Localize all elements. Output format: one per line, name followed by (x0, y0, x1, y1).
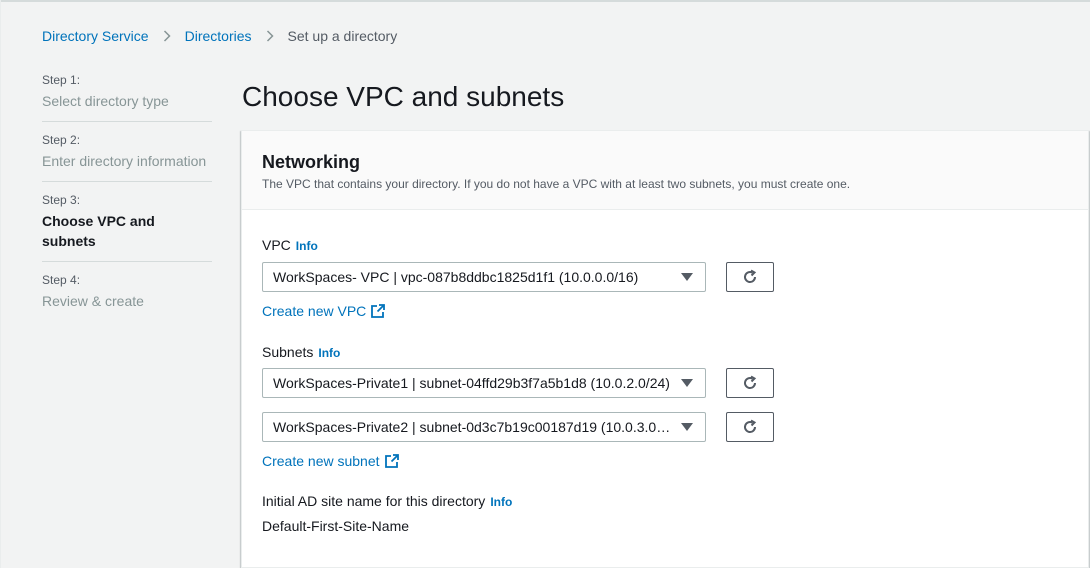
page-title: Choose VPC and subnets (242, 81, 565, 112)
breadcrumb-directories[interactable]: Directories (185, 28, 252, 44)
networking-container: Networking The VPC that contains your di… (241, 130, 1089, 568)
chevron-right-icon (163, 30, 171, 42)
step-title: Enter directory information (42, 153, 207, 169)
step-number: Step 1: (42, 73, 81, 87)
container-title: Networking (262, 152, 361, 172)
step-title: Choose VPC and subnets (42, 213, 155, 249)
container-header: Networking The VPC that contains your di… (242, 131, 1088, 210)
external-link-icon (384, 454, 399, 468)
subnets-info-link[interactable]: Info (318, 346, 340, 360)
vpc-select-value: WorkSpaces- VPC | vpc-087b8ddbc1825d1f1 … (273, 269, 639, 285)
refresh-icon (744, 269, 757, 283)
wizard-step-1[interactable]: Step 1: Select directory type (42, 72, 212, 122)
step-number: Step 4: (42, 273, 81, 287)
create-new-subnet-link[interactable]: Create new subnet (262, 451, 399, 471)
wizard-step-4: Step 4: Review & create (42, 272, 212, 321)
caret-down-icon (681, 423, 693, 431)
subnet-2-select[interactable]: WorkSpaces-Private2 | subnet-0d3c7b19c00… (262, 412, 706, 442)
vpc-label: VPC Info (262, 235, 318, 256)
refresh-icon (744, 375, 757, 389)
subnet-2-refresh-button[interactable] (726, 412, 774, 442)
external-link-icon (371, 304, 386, 318)
create-new-subnet-text: Create new subnet (262, 453, 380, 469)
ad-site-value: Default-First-Site-Name (262, 518, 410, 534)
step-number: Step 3: (42, 193, 81, 207)
step-title: Select directory type (42, 93, 169, 109)
wizard-step-2[interactable]: Step 2: Enter directory information (42, 132, 212, 182)
subnet-1-select[interactable]: WorkSpaces-Private1 | subnet-04ffd29b3f7… (262, 368, 706, 398)
left-edge (0, 0, 1, 568)
breadcrumb: Directory Service Directories Set up a d… (42, 26, 397, 46)
subnet-1-select-value: WorkSpaces-Private1 | subnet-04ffd29b3f7… (273, 375, 670, 391)
subnets-label-text: Subnets (262, 344, 314, 360)
subnet-2-select-value: WorkSpaces-Private2 | subnet-0d3c7b19c00… (273, 419, 681, 435)
container-description: The VPC that contains your directory. If… (262, 177, 851, 191)
breadcrumb-directory-service[interactable]: Directory Service (42, 28, 149, 44)
subnet-1-refresh-button[interactable] (726, 368, 774, 398)
wizard-step-3: Step 3: Choose VPC and subnets (42, 192, 212, 262)
vpc-refresh-button[interactable] (726, 262, 774, 292)
caret-down-icon (681, 379, 693, 387)
refresh-icon (744, 419, 757, 433)
vpc-info-link[interactable]: Info (296, 239, 318, 253)
vpc-select[interactable]: WorkSpaces- VPC | vpc-087b8ddbc1825d1f1 … (262, 262, 706, 292)
create-new-vpc-link[interactable]: Create new VPC (262, 301, 386, 321)
step-title: Review & create (42, 293, 144, 309)
top-border (0, 0, 1090, 2)
ad-site-label: Initial AD site name for this directory I… (262, 491, 512, 512)
ad-site-label-text: Initial AD site name for this directory (262, 493, 486, 509)
subnets-label: Subnets Info (262, 342, 340, 363)
chevron-right-icon (266, 30, 274, 42)
step-number: Step 2: (42, 133, 81, 147)
vpc-label-text: VPC (262, 237, 291, 253)
create-new-vpc-text: Create new VPC (262, 303, 367, 319)
breadcrumb-current: Set up a directory (287, 28, 398, 44)
wizard-steps: Step 1: Select directory type Step 2: En… (42, 72, 212, 331)
ad-site-info-link[interactable]: Info (490, 495, 512, 509)
caret-down-icon (681, 273, 693, 281)
